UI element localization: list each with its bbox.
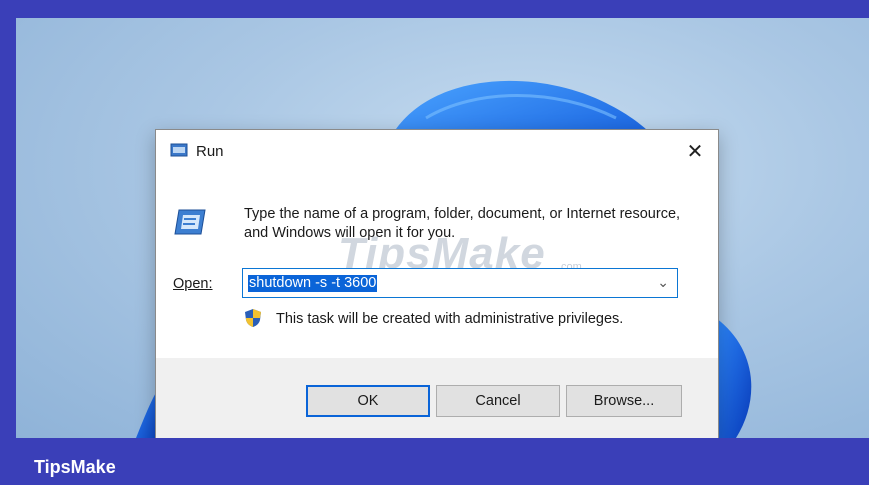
dialog-title: Run xyxy=(196,143,224,160)
close-button[interactable]: ✕ xyxy=(672,130,718,172)
open-label: Open: xyxy=(173,276,213,292)
open-input-value[interactable]: shutdown -s -t 3600 xyxy=(248,275,378,292)
admin-notice: This task will be created with administr… xyxy=(276,311,624,327)
chevron-down-icon[interactable]: ⌄ xyxy=(657,274,669,291)
run-app-icon xyxy=(170,143,188,157)
footer-brand: TipsMake xyxy=(34,457,116,477)
title-bar: Run ✕ xyxy=(156,130,718,172)
run-dialog: Run ✕ Type the name of a program, folder… xyxy=(155,129,719,442)
uac-shield-icon xyxy=(245,309,261,327)
close-icon: ✕ xyxy=(686,140,704,163)
open-label-text: Open: xyxy=(173,276,213,292)
footer-bar xyxy=(0,438,869,485)
ok-button[interactable]: OK xyxy=(306,385,430,417)
open-combobox[interactable]: shutdown -s -t 3600 ⌄ xyxy=(242,268,678,298)
button-bar: OK Cancel Browse... xyxy=(156,358,718,441)
browse-button[interactable]: Browse... xyxy=(566,385,682,417)
run-large-icon xyxy=(174,209,206,235)
cancel-button[interactable]: Cancel xyxy=(436,385,560,417)
